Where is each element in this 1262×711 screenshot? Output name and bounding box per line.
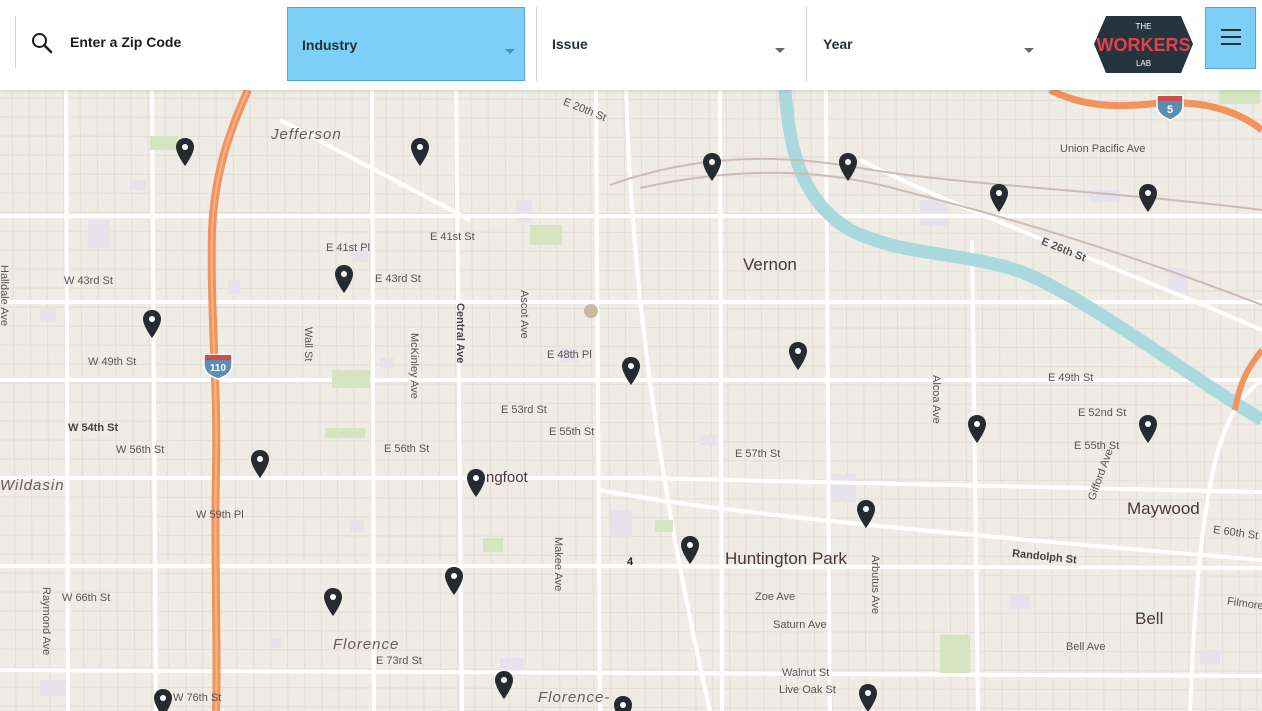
year-dropdown-label: Year: [823, 36, 853, 52]
map-pin-icon: [990, 184, 1008, 212]
industry-dropdown-label: Industry: [302, 37, 358, 53]
map-pin-icon: [324, 588, 342, 616]
chevron-down-icon: [505, 49, 515, 54]
map-pin-icon: [622, 357, 640, 385]
map-marker-pin[interactable]: [444, 566, 464, 596]
svg-text:5: 5: [1167, 104, 1173, 116]
logo-workers: WORKERS: [1097, 35, 1191, 55]
map-pin-icon: [703, 153, 721, 181]
map-marker-pin[interactable]: [702, 152, 722, 182]
map-pin-icon: [839, 153, 857, 181]
map-pin-icon: [789, 342, 807, 370]
map-marker-pin[interactable]: [613, 695, 633, 711]
map-pin-icon: [857, 500, 875, 528]
year-dropdown[interactable]: Year: [806, 7, 1042, 81]
map-marker-pin[interactable]: [1138, 414, 1158, 444]
map-pin-icon: [614, 696, 632, 711]
map-marker-pin[interactable]: [680, 535, 700, 565]
map-pin-icon: [335, 265, 353, 293]
map-canvas[interactable]: 110 5 Jefferson Vernon Huntington Park M…: [0, 90, 1262, 711]
map-marker-pin[interactable]: [466, 468, 486, 498]
map-pin-icon: [681, 536, 699, 564]
map-pin-icon: [176, 138, 194, 166]
logo-the: THE: [1136, 22, 1152, 31]
workers-lab-logo[interactable]: THE WORKERS LAB: [1094, 14, 1193, 75]
map-pin-icon: [411, 138, 429, 166]
map-marker-pin[interactable]: [856, 499, 876, 529]
map-marker-pin[interactable]: [838, 152, 858, 182]
issue-dropdown-label: Issue: [552, 36, 588, 52]
zip-search: [15, 16, 275, 68]
map-marker-pin[interactable]: [334, 264, 354, 294]
map-marker-pin[interactable]: [621, 356, 641, 386]
hamburger-menu-button[interactable]: [1205, 7, 1256, 69]
map-marker-pin[interactable]: [1138, 183, 1158, 213]
map-pin-icon: [968, 415, 986, 443]
map-pin-icon: [1139, 415, 1157, 443]
svg-text:110: 110: [210, 363, 227, 374]
chevron-down-icon: [775, 48, 785, 53]
map-pin-icon: [1139, 184, 1157, 212]
map-marker-pin[interactable]: [858, 683, 878, 711]
map-marker-pin[interactable]: [788, 341, 808, 371]
map-pin-icon: [143, 310, 161, 338]
map-pin-icon: [467, 469, 485, 497]
map-pin-icon: [495, 671, 513, 699]
map-marker-pin[interactable]: [142, 309, 162, 339]
map-marker-pin[interactable]: [410, 137, 430, 167]
search-icon[interactable]: [30, 31, 54, 55]
map-marker-pin[interactable]: [323, 587, 343, 617]
industry-dropdown[interactable]: Industry: [287, 7, 525, 81]
top-filter-bar: Industry Issue Year THE WORKERS LAB: [0, 0, 1262, 90]
map-marker-pin[interactable]: [989, 183, 1009, 213]
map-marker-pin[interactable]: [967, 414, 987, 444]
basemap: 110 5: [0, 90, 1262, 711]
map-pin-icon: [154, 689, 172, 711]
chevron-down-icon: [1024, 48, 1034, 53]
landmark-icon: [584, 304, 598, 318]
map-pin-icon: [445, 567, 463, 595]
zip-code-input[interactable]: [70, 28, 270, 56]
hamburger-icon: [1221, 29, 1241, 31]
map-pin-icon: [251, 450, 269, 478]
issue-dropdown[interactable]: Issue: [536, 7, 794, 81]
map-pin-icon: [859, 684, 877, 711]
map-marker-pin[interactable]: [250, 449, 270, 479]
map-marker-pin[interactable]: [153, 688, 173, 711]
map-marker-pin[interactable]: [494, 670, 514, 700]
map-marker-pin[interactable]: [175, 137, 195, 167]
logo-lab: LAB: [1136, 59, 1151, 68]
